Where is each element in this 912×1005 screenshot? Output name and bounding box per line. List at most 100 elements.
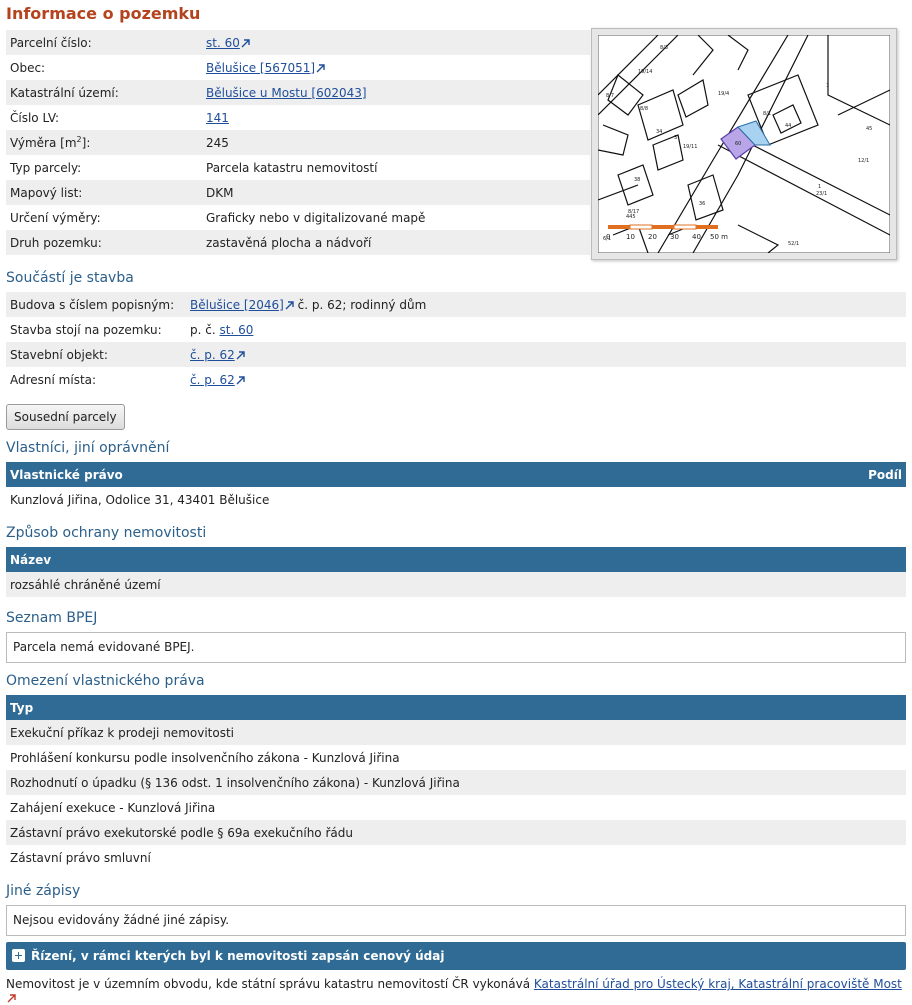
- other-records-note: Nejsou evidovány žádné jiné zápisy.: [6, 905, 906, 936]
- protection-col-header: Název: [6, 547, 906, 572]
- svg-text:19/11: 19/11: [683, 144, 697, 150]
- svg-text:8/8: 8/8: [640, 106, 648, 112]
- table-row: rozsáhlé chráněné území: [6, 572, 906, 597]
- map-canvas: 8/3 19/14 19/4 8/7 8/8 8/1 34 3 44 45 1 …: [598, 35, 890, 253]
- row-vymera: Výměra [m2]: 245: [6, 130, 590, 155]
- row-urceni-vymery: Určení výměry: Graficky nebo v digitaliz…: [6, 205, 590, 230]
- row-stavebni-objekt: Stavební objekt: č. p. 62: [6, 342, 906, 367]
- share-col-header: Podíl: [784, 462, 906, 487]
- page: Informace o pozemku Parcelní číslo: st. …: [0, 0, 912, 1003]
- external-link-icon: [285, 300, 294, 309]
- svg-text:38: 38: [634, 177, 640, 183]
- owner-name: Kunzlová Jiřina, Odolice 31, 43401 Běluš…: [10, 492, 270, 507]
- label: Katastrální území:: [6, 80, 202, 105]
- svg-text:445: 445: [626, 214, 636, 220]
- cadastral-office-link[interactable]: Katastrální úřad pro Ústecký kraj, Katas…: [534, 977, 902, 991]
- svg-text:8/1: 8/1: [763, 111, 771, 117]
- protection-table: Název rozsáhlé chráněné území: [6, 547, 906, 597]
- parcel-link[interactable]: st. 60: [219, 323, 253, 337]
- value: 141: [202, 105, 590, 130]
- svg-text:60: 60: [735, 141, 741, 147]
- section-heading-bpej: Seznam BPEJ: [6, 610, 98, 626]
- label: Číslo LV:: [10, 110, 60, 125]
- table-row: Prohlášení konkursu podle insolvenčního …: [10, 750, 400, 765]
- katastralni-uzemi-link[interactable]: Bělušice u Mostu [602043]: [206, 86, 367, 100]
- svg-text:3: 3: [674, 135, 677, 141]
- svg-text:10: 10: [626, 233, 635, 241]
- value: č. p. 62: [186, 342, 906, 367]
- svg-text:12/1: 12/1: [858, 158, 869, 164]
- svg-text:50 m: 50 m: [710, 233, 728, 241]
- value: p. č. st. 60: [190, 322, 254, 337]
- table-row: Zástavní právo exekutorské podle § 69a e…: [6, 820, 906, 845]
- neighbor-parcels-button[interactable]: Sousední parcely: [6, 404, 125, 430]
- budova-link[interactable]: Bělušice [2046]: [190, 298, 284, 312]
- svg-text:40: 40: [692, 233, 701, 241]
- owners-table: Vlastnické právo Podíl Kunzlová Jiřina, …: [6, 462, 906, 512]
- label: Stavba stojí na pozemku:: [10, 322, 162, 337]
- parcel-number-link[interactable]: st. 60: [206, 36, 240, 50]
- value: zastavěná plocha a nádvoří: [202, 230, 590, 255]
- obec-link[interactable]: Bělušice [567051]: [206, 61, 315, 75]
- table-row: Zástavní právo smluvní: [10, 850, 151, 865]
- section-heading-ochrana: Způsob ochrany nemovitosti: [6, 525, 207, 541]
- value: č. p. 62: [186, 367, 906, 392]
- svg-text:8/3: 8/3: [660, 45, 668, 51]
- row-cislo-lv: Číslo LV: 141: [6, 105, 590, 130]
- svg-text:45: 45: [866, 126, 872, 132]
- restrictions-table: Typ Exekuční příkaz k prodeji nemovitost…: [6, 695, 906, 870]
- section-heading-vlastnici: Vlastníci, jiní oprávnění: [6, 440, 170, 456]
- price-proceedings-toggle[interactable]: Řízení, v rámci kterých byl k nemovitost…: [6, 942, 906, 970]
- row-typ-parcely: Typ parcely: Parcela katastru nemovitost…: [6, 155, 590, 180]
- svg-text:36: 36: [699, 201, 705, 207]
- value: Bělušice u Mostu [602043]: [202, 80, 590, 105]
- cadastral-map[interactable]: 8/3 19/14 19/4 8/7 8/8 8/1 34 3 44 45 1 …: [591, 28, 897, 260]
- row-katastralni-uzemi: Katastrální území: Bělušice u Mostu [602…: [6, 80, 590, 105]
- external-link-icon: [236, 350, 245, 359]
- svg-text:1: 1: [818, 184, 821, 190]
- svg-text:8/7: 8/7: [606, 93, 614, 99]
- svg-text:1: 1: [826, 83, 829, 89]
- label: Budova s číslem popisným:: [6, 292, 186, 317]
- owners-col-header: Vlastnické právo: [6, 462, 785, 487]
- expand-plus-icon: [12, 949, 25, 962]
- external-link-icon: [241, 38, 250, 47]
- row-budova: Budova s číslem popisným: Bělušice [2046…: [6, 292, 906, 317]
- svg-text:44: 44: [785, 123, 791, 129]
- value: Bělušice [2046] č. p. 62; rodinný dům: [186, 292, 906, 317]
- svg-text:19/14: 19/14: [638, 69, 652, 75]
- svg-text:20: 20: [648, 233, 657, 241]
- page-title: Informace o pozemku: [6, 4, 201, 23]
- svg-text:23/1: 23/1: [816, 191, 827, 197]
- lv-link[interactable]: 141: [206, 111, 229, 125]
- external-link-icon: [236, 375, 245, 384]
- parcel-info-table: Parcelní číslo: st. 60 Obec: Bělušice [5…: [6, 30, 590, 255]
- adresni-misto-link[interactable]: č. p. 62: [190, 373, 235, 387]
- external-link-icon: [7, 994, 16, 1003]
- svg-text:19/4: 19/4: [718, 91, 729, 97]
- stavebni-objekt-link[interactable]: č. p. 62: [190, 348, 235, 362]
- external-link-icon: [316, 63, 325, 72]
- table-row: Kunzlová Jiřina, Odolice 31, 43401 Běluš…: [6, 487, 906, 512]
- svg-text:34: 34: [656, 129, 662, 135]
- label: Typ parcely:: [10, 160, 82, 175]
- svg-text:30: 30: [670, 233, 679, 241]
- value: Parcela katastru nemovitostí: [206, 160, 378, 175]
- label: Určení výměry:: [10, 210, 101, 225]
- row-druh-pozemku: Druh pozemku: zastavěná plocha a nádvoří: [6, 230, 590, 255]
- row-obec: Obec: Bělušice [567051]: [6, 55, 590, 80]
- value: 245: [202, 130, 590, 155]
- value: st. 60: [202, 30, 590, 55]
- label: Výměra [m2]:: [6, 130, 202, 155]
- section-heading-jine: Jiné zápisy: [6, 883, 81, 899]
- label: Mapový list:: [6, 180, 202, 205]
- section-heading-stavba: Součástí je stavba: [6, 270, 134, 286]
- section-heading-omezeni: Omezení vlastnického práva: [6, 673, 205, 689]
- row-parcelni-cislo: Parcelní číslo: st. 60: [6, 30, 590, 55]
- restrictions-col-header: Typ: [6, 695, 906, 720]
- footer-note: Nemovitost je v územním obvodu, kde stát…: [6, 977, 906, 1005]
- svg-text:0: 0: [606, 233, 610, 241]
- label: Parcelní číslo:: [6, 30, 202, 55]
- table-row: Exekuční příkaz k prodeji nemovitosti: [6, 720, 906, 745]
- row-mapovy-list: Mapový list: DKM: [6, 180, 590, 205]
